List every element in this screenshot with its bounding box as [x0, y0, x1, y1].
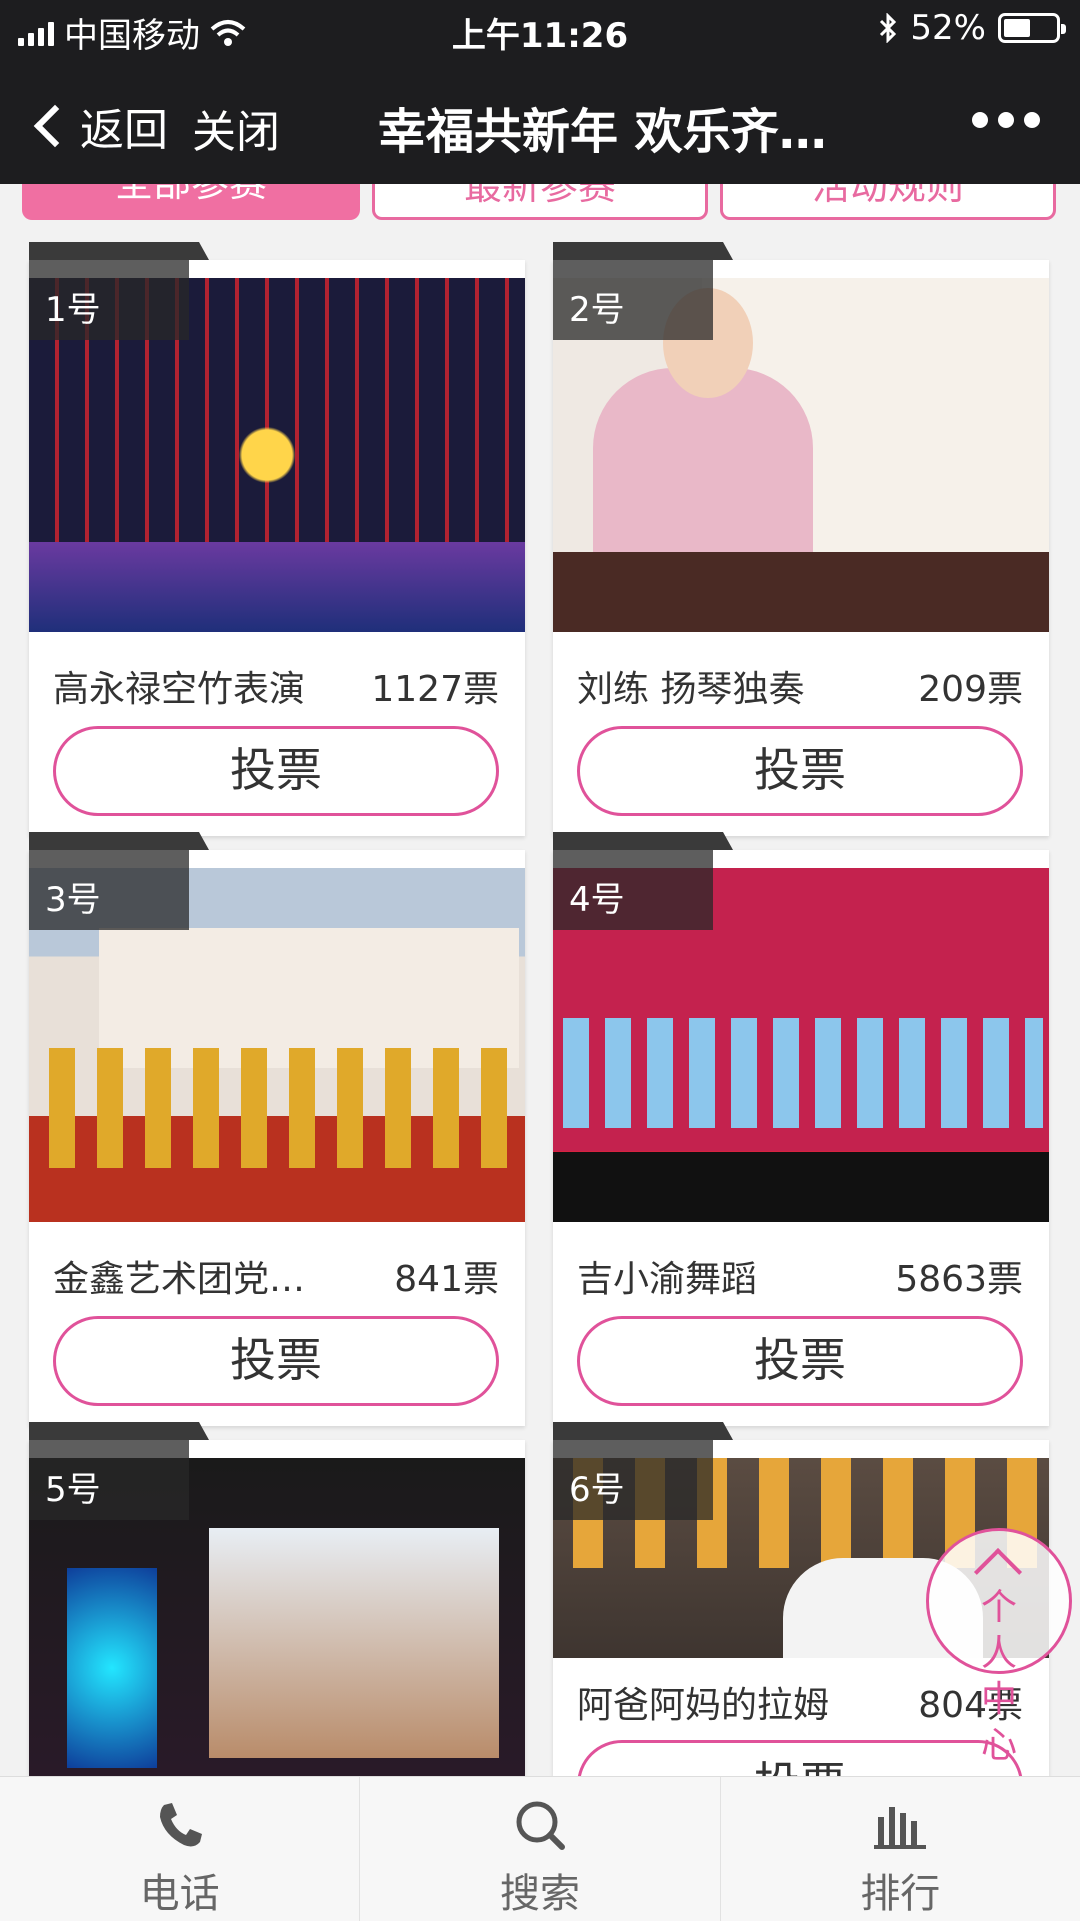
entry-name: 阿爸阿妈的拉姆 — [577, 1685, 830, 1726]
entry-number-badge: 6号 — [553, 1440, 713, 1520]
vote-button[interactable]: 投票 — [577, 1316, 1023, 1406]
battery-percent: 52% — [910, 8, 986, 48]
personal-center-button[interactable]: 个人中心 — [926, 1528, 1072, 1766]
entry-number-badge: 5号 — [29, 1440, 189, 1520]
back-label: 返回 — [80, 105, 168, 156]
more-menu-icon[interactable] — [972, 112, 1040, 128]
entry-number-badge: 3号 — [29, 850, 189, 930]
status-right: 52% — [878, 8, 1066, 48]
bluetooth-icon — [880, 13, 897, 43]
bottom-tab-label: 搜索 — [499, 1871, 580, 1917]
nav-bar: 返回 关闭 幸福共新年 欢乐齐… — [0, 60, 1080, 184]
vote-button[interactable]: 投票 — [577, 726, 1023, 816]
bottom-tab-bar: 电话 搜索 排行 — [0, 1776, 1080, 1921]
entry-votes: 1127票 — [371, 669, 499, 710]
page-title: 幸福共新年 欢乐齐… — [378, 104, 827, 160]
entry-grid: 1号 高永禄空竹表演 1127票 投票 2号 刘练 扬琴独奏 209票 投票 3… — [0, 220, 1080, 1776]
entry-name: 金鑫艺术团党… — [53, 1259, 306, 1300]
vote-button[interactable]: 投票 — [53, 726, 499, 816]
bottom-tab-ranking[interactable]: 排行 — [719, 1777, 1080, 1921]
bottom-tab-search[interactable]: 搜索 — [359, 1777, 719, 1921]
bottom-tab-label: 电话 — [139, 1871, 220, 1917]
bottom-tab-label: 排行 — [860, 1871, 941, 1917]
battery-icon — [998, 13, 1066, 43]
entry-name: 吉小渝舞蹈 — [577, 1259, 758, 1300]
entry-name: 高永禄空竹表演 — [53, 669, 306, 710]
vote-button[interactable]: 投票 — [577, 1740, 1023, 1776]
entry-card[interactable]: 2号 刘练 扬琴独奏 209票 投票 — [553, 260, 1049, 836]
entry-number-badge: 4号 — [553, 850, 713, 930]
ranking-icon — [874, 1807, 927, 1849]
phone-icon — [159, 1803, 202, 1847]
entry-card[interactable]: 3号 金鑫艺术团党… 841票 投票 — [29, 850, 525, 1426]
battery-fill — [1004, 19, 1030, 37]
entry-card[interactable]: 4号 吉小渝舞蹈 5863票 投票 — [553, 850, 1049, 1426]
tab-latest-entries[interactable]: 最新参赛 — [372, 184, 708, 220]
entry-votes: 209票 — [918, 669, 1023, 710]
entry-card[interactable]: 1号 高永禄空竹表演 1127票 投票 — [29, 260, 525, 836]
personal-center-label: 个人中心 — [980, 1587, 1017, 1766]
tab-all-entries[interactable]: 全部参赛 — [22, 184, 360, 220]
entry-number-badge: 2号 — [553, 260, 713, 340]
entry-votes: 5863票 — [895, 1259, 1023, 1300]
entry-card[interactable]: 5号 投票 — [29, 1440, 525, 1776]
entry-name: 刘练 扬琴独奏 — [577, 669, 805, 710]
vote-button[interactable]: 投票 — [53, 1316, 499, 1406]
status-bar: 中国移动 上午11:26 52% — [0, 0, 1080, 60]
entry-votes: 841票 — [394, 1259, 499, 1300]
back-button[interactable]: 返回 — [28, 94, 168, 158]
bottom-tab-phone[interactable]: 电话 — [0, 1777, 359, 1921]
chevron-left-icon — [33, 104, 77, 148]
category-tabs: 全部参赛 最新参赛 活动规则 — [0, 184, 1080, 220]
close-button[interactable]: 关闭 — [192, 96, 280, 160]
tab-rules[interactable]: 活动规则 — [720, 184, 1056, 220]
search-icon — [516, 1801, 565, 1850]
entry-number-badge: 1号 — [29, 260, 189, 340]
